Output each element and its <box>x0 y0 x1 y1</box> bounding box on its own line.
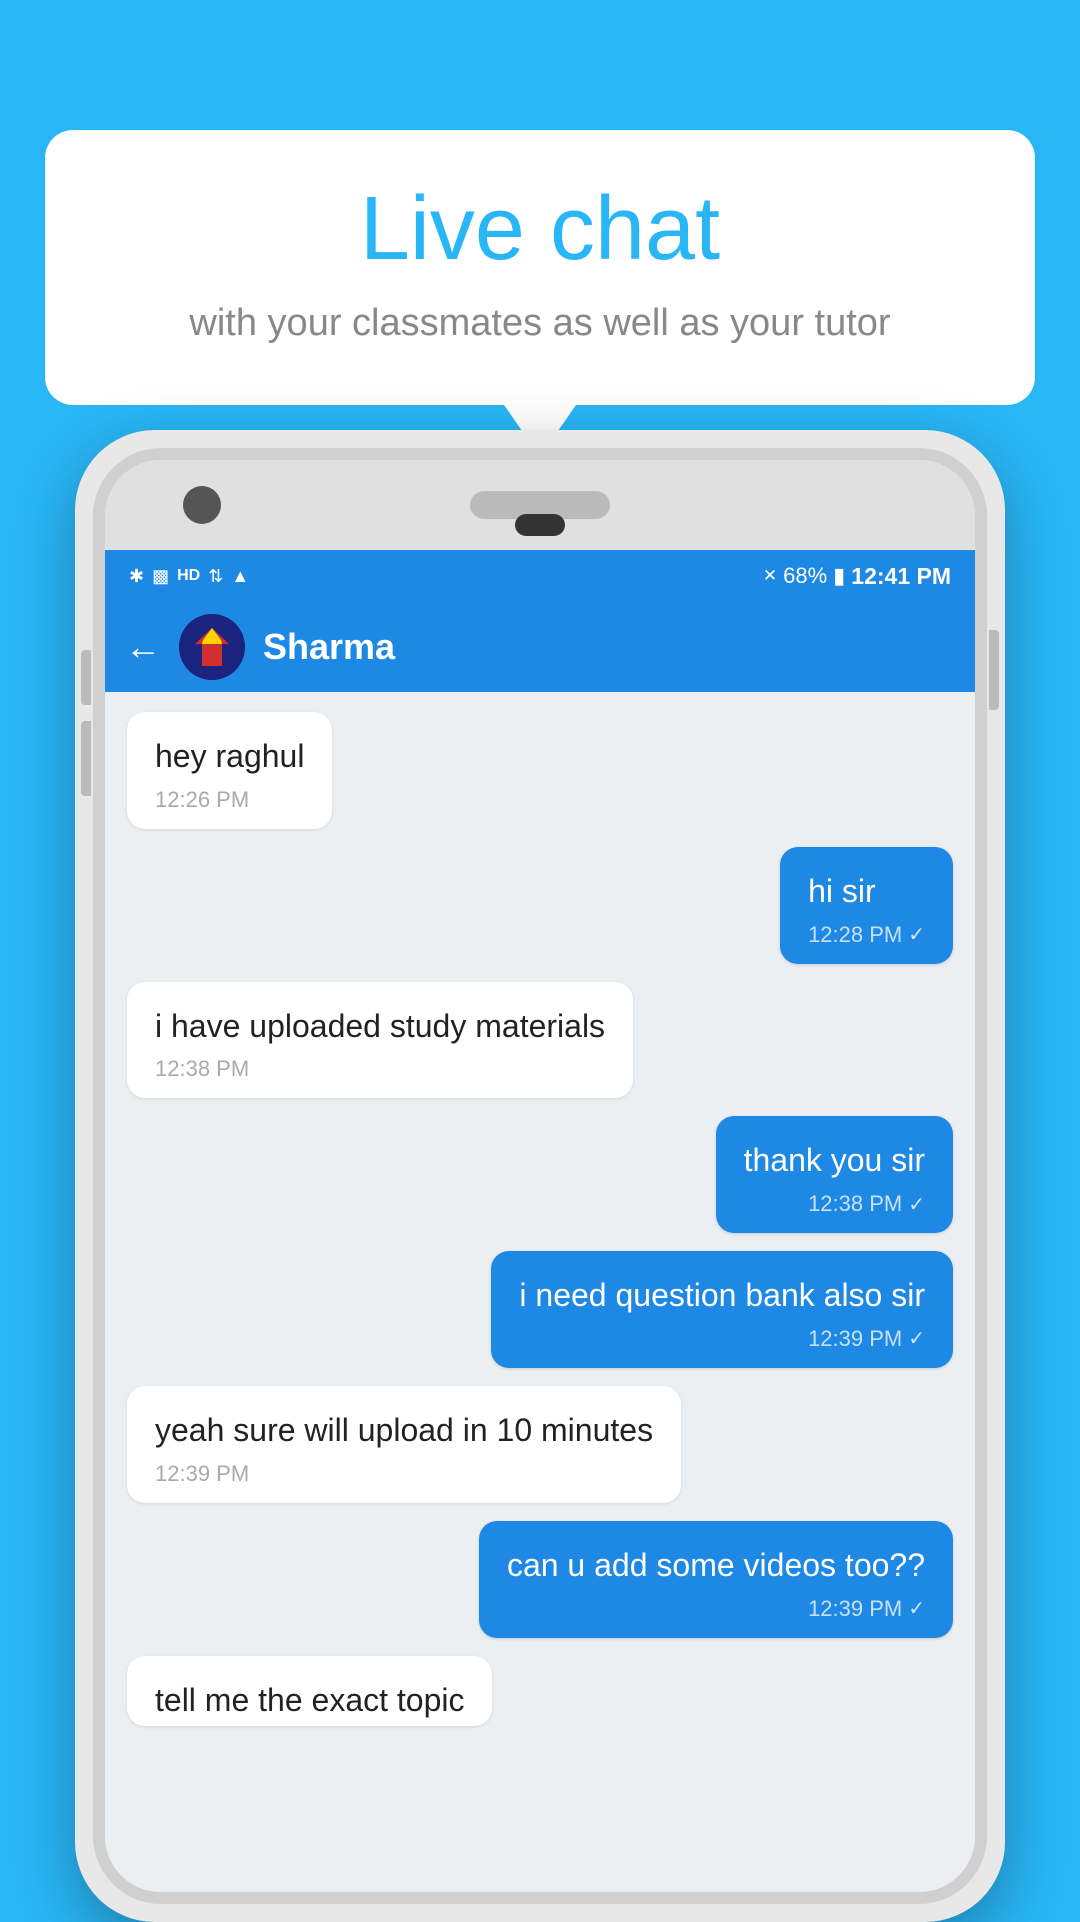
message-2: hi sir 12:28 PM ✓ <box>780 847 953 964</box>
message-text: thank you sir <box>744 1138 925 1183</box>
message-time: 12:39 PM ✓ <box>519 1326 925 1352</box>
vibrate-icon: ▩ <box>152 566 169 587</box>
phone-screen: ✱ ▩ HD ⇅ ▲ ✕ 68% ▮ 12:41 PM <box>105 550 975 1892</box>
check-icon: ✓ <box>908 1326 925 1351</box>
message-7: can u add some videos too?? 12:39 PM ✓ <box>479 1521 953 1638</box>
message-5: i need question bank also sir 12:39 PM ✓ <box>491 1251 953 1368</box>
status-left-icons: ✱ ▩ HD ⇅ ▲ <box>129 566 249 587</box>
message-time: 12:39 PM ✓ <box>507 1596 925 1622</box>
message-time: 12:28 PM ✓ <box>808 922 925 948</box>
message-6: yeah sure will upload in 10 minutes 12:3… <box>127 1386 681 1503</box>
message-time: 12:26 PM <box>155 787 304 813</box>
wifi-icon: ▲ <box>231 566 249 587</box>
message-time: 12:38 PM <box>155 1056 605 1082</box>
phone-camera <box>183 486 221 524</box>
volume-buttons <box>81 650 91 796</box>
phone-mockup: ✱ ▩ HD ⇅ ▲ ✕ 68% ▮ 12:41 PM <box>75 430 1005 1922</box>
status-time: 12:41 PM <box>851 563 951 590</box>
superman-avatar-icon <box>179 614 245 680</box>
message-3: i have uploaded study materials 12:38 PM <box>127 982 633 1099</box>
message-time: 12:39 PM <box>155 1461 653 1487</box>
battery-percent: 68% <box>783 563 827 589</box>
message-text: can u add some videos too?? <box>507 1543 925 1588</box>
chat-body: hey raghul 12:26 PM hi sir 12:28 PM ✓ <box>105 692 975 1892</box>
message-text: i need question bank also sir <box>519 1273 925 1318</box>
message-1: hey raghul 12:26 PM <box>127 712 332 829</box>
check-icon: ✓ <box>908 1596 925 1621</box>
back-button[interactable]: ← <box>125 626 161 668</box>
speech-bubble: Live chat with your classmates as well a… <box>45 130 1035 405</box>
chat-header: ← Sharma <box>105 602 975 692</box>
promo-card: Live chat with your classmates as well a… <box>45 130 1035 405</box>
hd-icon: HD <box>177 567 200 585</box>
status-right-info: ✕ 68% ▮ 12:41 PM <box>763 563 951 590</box>
message-8: tell me the exact topic <box>127 1656 492 1726</box>
phone-earpiece <box>515 514 565 536</box>
bubble-subtitle: with your classmates as well as your tut… <box>105 297 975 350</box>
data-icon: ⇅ <box>208 566 223 587</box>
power-button <box>989 630 999 710</box>
message-text: yeah sure will upload in 10 minutes <box>155 1408 653 1453</box>
signal-crossed-icon: ✕ <box>763 566 777 586</box>
message-time: 12:38 PM ✓ <box>744 1191 925 1217</box>
phone-inner: ✱ ▩ HD ⇅ ▲ ✕ 68% ▮ 12:41 PM <box>93 448 987 1904</box>
battery-icon: ▮ <box>833 563 845 589</box>
power-button-shape <box>989 630 999 710</box>
message-text: hey raghul <box>155 734 304 779</box>
message-4: thank you sir 12:38 PM ✓ <box>716 1116 953 1233</box>
contact-name: Sharma <box>263 626 395 668</box>
status-bar: ✱ ▩ HD ⇅ ▲ ✕ 68% ▮ 12:41 PM <box>105 550 975 602</box>
check-icon: ✓ <box>908 1192 925 1217</box>
message-text: i have uploaded study materials <box>155 1004 605 1049</box>
message-text: hi sir <box>808 869 925 914</box>
volume-down-button <box>81 721 91 796</box>
phone-outer: ✱ ▩ HD ⇅ ▲ ✕ 68% ▮ 12:41 PM <box>75 430 1005 1922</box>
avatar <box>179 614 245 680</box>
volume-up-button <box>81 650 91 705</box>
bluetooth-icon: ✱ <box>129 566 144 587</box>
phone-top-bar <box>105 460 975 550</box>
bubble-title: Live chat <box>105 180 975 279</box>
message-text: tell me the exact topic <box>155 1678 464 1723</box>
phone-screen-container: ✱ ▩ HD ⇅ ▲ ✕ 68% ▮ 12:41 PM <box>105 460 975 1892</box>
check-icon: ✓ <box>908 922 925 947</box>
